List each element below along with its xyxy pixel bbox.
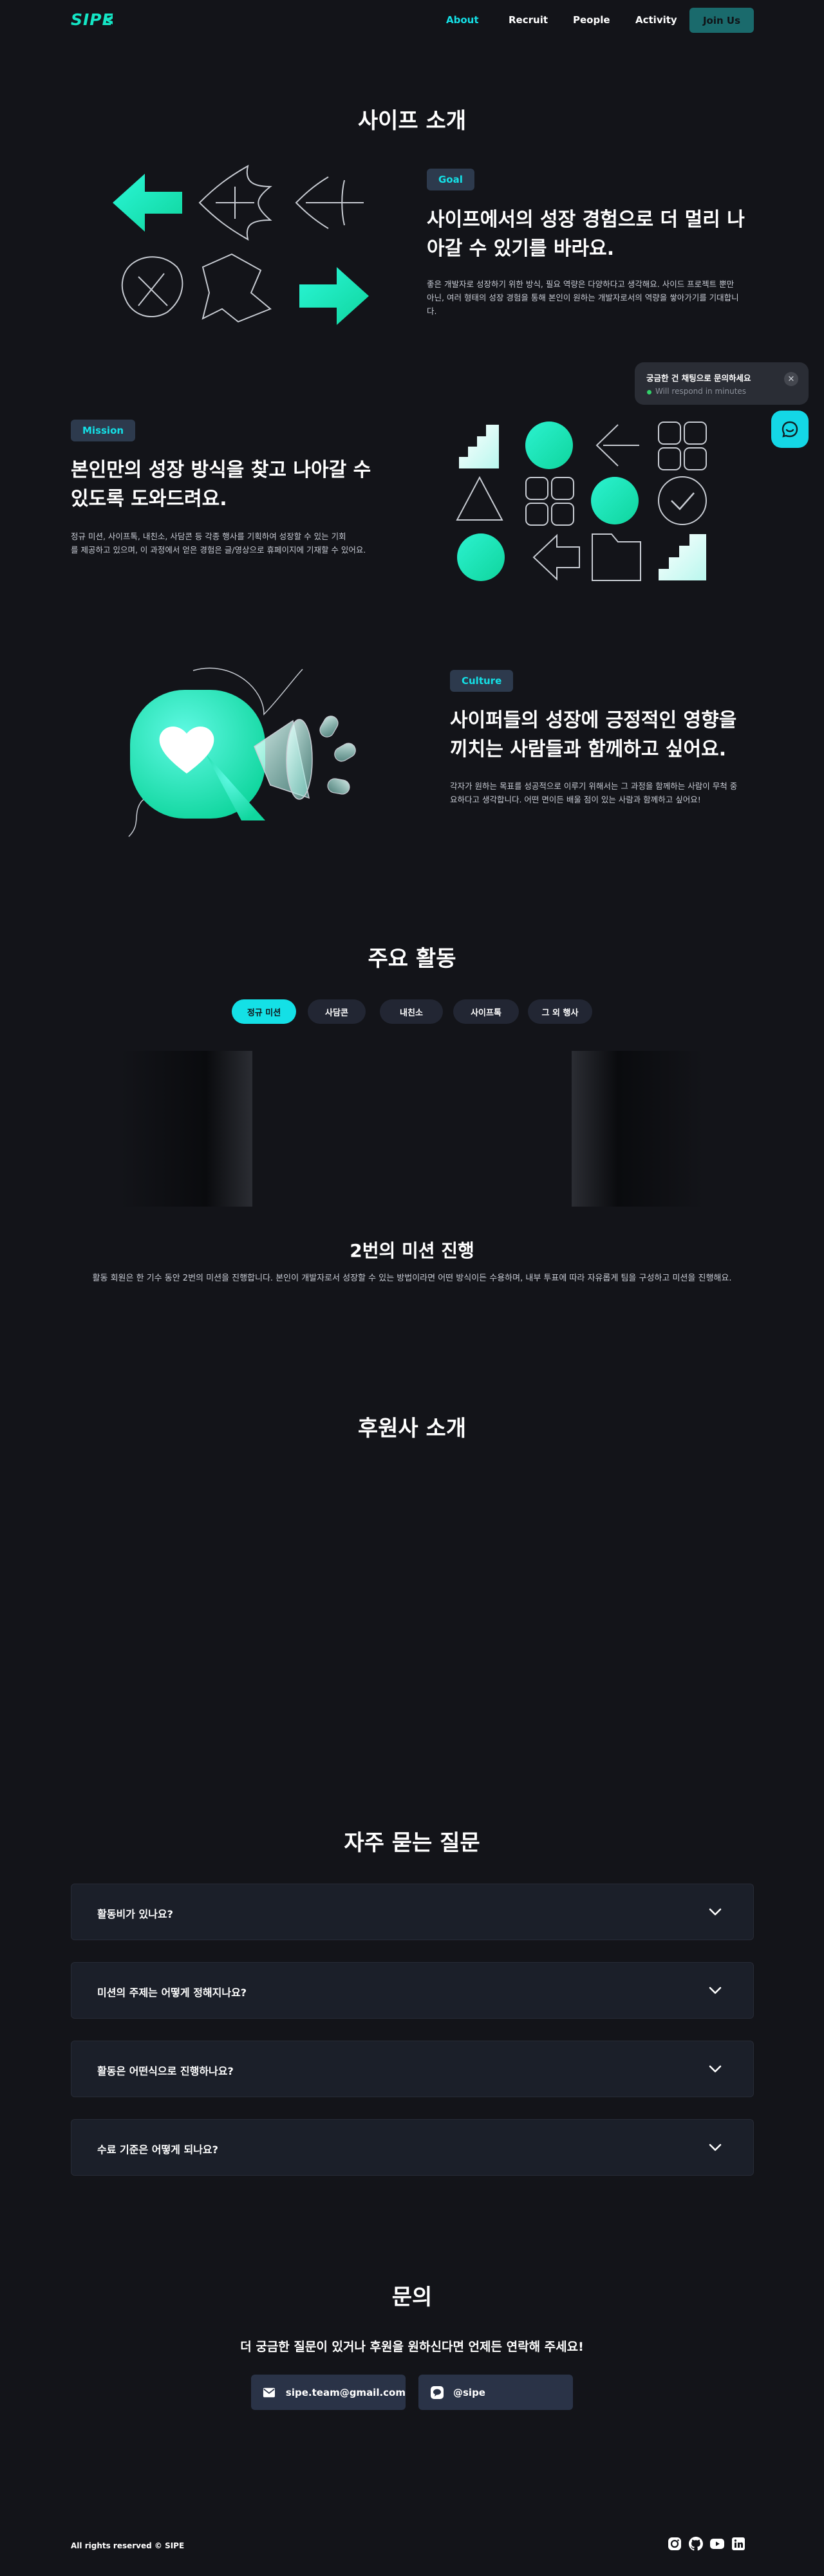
goal-desc-line-2: 아닌, 여러 형태의 성장 경험을 통해 본인이 원하는 개발자로서의 역량을 … — [427, 293, 739, 302]
site-header: SIPE About Recruit People Activity Join … — [0, 0, 824, 41]
kakao-icon — [431, 2386, 444, 2399]
faq-question: 미션의 주제는 어떻게 정해지나요? — [97, 1987, 247, 1999]
culture-illustration — [128, 667, 356, 837]
culture-heading-line-1: 사이퍼들의 성장에 긍정적인 영향을 — [450, 709, 737, 732]
linkedin-icon[interactable] — [731, 2536, 746, 2552]
faq-question: 활동비가 있나요? — [97, 1908, 173, 1920]
chat-popup-status: Will respond in minutes — [655, 387, 747, 396]
goal-desc-line-1: 좋은 개발자로 성장하기 위한 방식, 필요 역량은 다양하다고 생각해요. 사… — [427, 279, 735, 289]
mission-slide-title: 2번의 미션 진행 — [350, 1240, 474, 1261]
youtube-icon[interactable] — [709, 2536, 725, 2552]
tab-regular-mission[interactable]: 정규 미션 — [232, 999, 296, 1024]
faq-title: 자주 묻는 질문 — [344, 1830, 480, 1856]
chat-popup-title: 궁금한 건 채팅으로 문의하세요 — [646, 373, 751, 383]
goal-illustration — [113, 165, 369, 325]
chat-popup[interactable]: 궁금한 건 채팅으로 문의하세요 Will respond in minutes… — [635, 362, 809, 405]
mail-icon — [263, 2387, 276, 2397]
goal-heading-line-1: 사이프에서의 성장 경험으로 더 멀리 나 — [427, 208, 745, 231]
tab-naechinso[interactable]: 내친소 — [380, 999, 443, 1024]
join-us-button[interactable]: Join Us — [689, 8, 754, 33]
faq-question: 활동은 어떤식으로 진행하나요? — [97, 2065, 234, 2077]
mission-tag: Mission — [71, 420, 136, 441]
culture-desc-line-2: 요하다고 생각합니다. 어떤 면이든 배울 점이 있는 사람과 함께하고 싶어요… — [450, 795, 701, 804]
activity-title: 주요 활동 — [368, 946, 456, 972]
goal-tag: Goal — [427, 169, 474, 190]
chevron-down-icon — [709, 1908, 722, 1916]
goal-desc-line-3: 다. — [427, 306, 437, 316]
chat-bubble-icon — [782, 421, 798, 438]
nav-activity[interactable]: Activity — [635, 14, 677, 26]
sponsors-title: 후원사 소개 — [357, 1416, 467, 1441]
tab-other-events[interactable]: 그 외 행사 — [528, 999, 592, 1024]
tab-sipetalk[interactable]: 사이프톡 — [453, 999, 519, 1024]
faq-question: 수료 기준은 어떻게 되나요? — [97, 2144, 218, 2156]
chevron-down-icon — [709, 2065, 722, 2073]
online-status-dot — [647, 390, 651, 394]
about-title: 사이프 소개 — [357, 108, 467, 134]
culture-tag: Culture — [450, 670, 514, 692]
kakao-id: @sipe — [453, 2386, 485, 2398]
contact-title: 문의 — [391, 2284, 433, 2310]
tab-sadamcon[interactable]: 사담콘 — [308, 999, 366, 1024]
chevron-down-icon — [709, 2144, 722, 2151]
nav-about[interactable]: About — [446, 14, 479, 26]
faq-item[interactable]: 미션의 주제는 어떻게 정해지나요? — [71, 1962, 754, 2019]
goal-heading-line-2: 아갈 수 있기를 바라요. — [427, 237, 615, 260]
contact-subtitle: 더 궁금한 질문이 있거나 후원을 원하신다면 언제든 연락해 주세요! — [240, 2340, 584, 2354]
activity-slide-left[interactable] — [120, 1051, 252, 1207]
kakao-contact-button[interactable]: @sipe — [418, 2375, 573, 2410]
logo-arrow-icon — [105, 15, 113, 24]
nav-recruit[interactable]: Recruit — [509, 14, 548, 26]
culture-desc-line-1: 각자가 원하는 목표를 성공적으로 이루기 위해서는 그 과정을 함께하는 사람… — [450, 781, 738, 791]
mission-heading-line-2: 있도록 도와드려요. — [71, 488, 227, 510]
nav-people[interactable]: People — [573, 14, 610, 26]
chat-close-icon[interactable]: ✕ — [784, 372, 798, 386]
email-address: sipe.team@gmail.com — [285, 2386, 406, 2398]
mission-illustration — [456, 422, 707, 581]
faq-item[interactable]: 활동비가 있나요? — [71, 1884, 754, 1940]
faq-item[interactable]: 활동은 어떤식으로 진행하나요? — [71, 2041, 754, 2097]
copyright: All rights reserved © SIPE — [71, 2541, 185, 2550]
github-icon[interactable] — [688, 2536, 704, 2552]
chevron-down-icon — [709, 1987, 722, 1994]
faq-item[interactable]: 수료 기준은 어떻게 되나요? — [71, 2119, 754, 2176]
mission-desc-line-2: 를 제공하고 있으며, 이 과정에서 얻은 경험은 글/영상으로 휴페이지에 기… — [71, 545, 366, 555]
mission-heading-line-1: 본인만의 성장 방식을 찾고 나아갈 수 — [71, 459, 371, 481]
activity-slide-right[interactable] — [572, 1051, 704, 1207]
mission-slide-desc: 활동 회원은 한 기수 동안 2번의 미션을 진행합니다. 본인이 개발자로서 … — [92, 1274, 732, 1283]
chat-launcher-button[interactable] — [771, 411, 809, 448]
instagram-icon[interactable] — [667, 2536, 682, 2552]
culture-heading-line-2: 끼치는 사람들과 함께하고 싶어요. — [450, 738, 727, 761]
email-contact-button[interactable]: sipe.team@gmail.com — [251, 2375, 406, 2410]
mission-desc-line-1: 정규 미션, 사이프톡, 내친소, 사담콘 등 각종 행사를 기획하여 성장할 … — [71, 532, 346, 541]
